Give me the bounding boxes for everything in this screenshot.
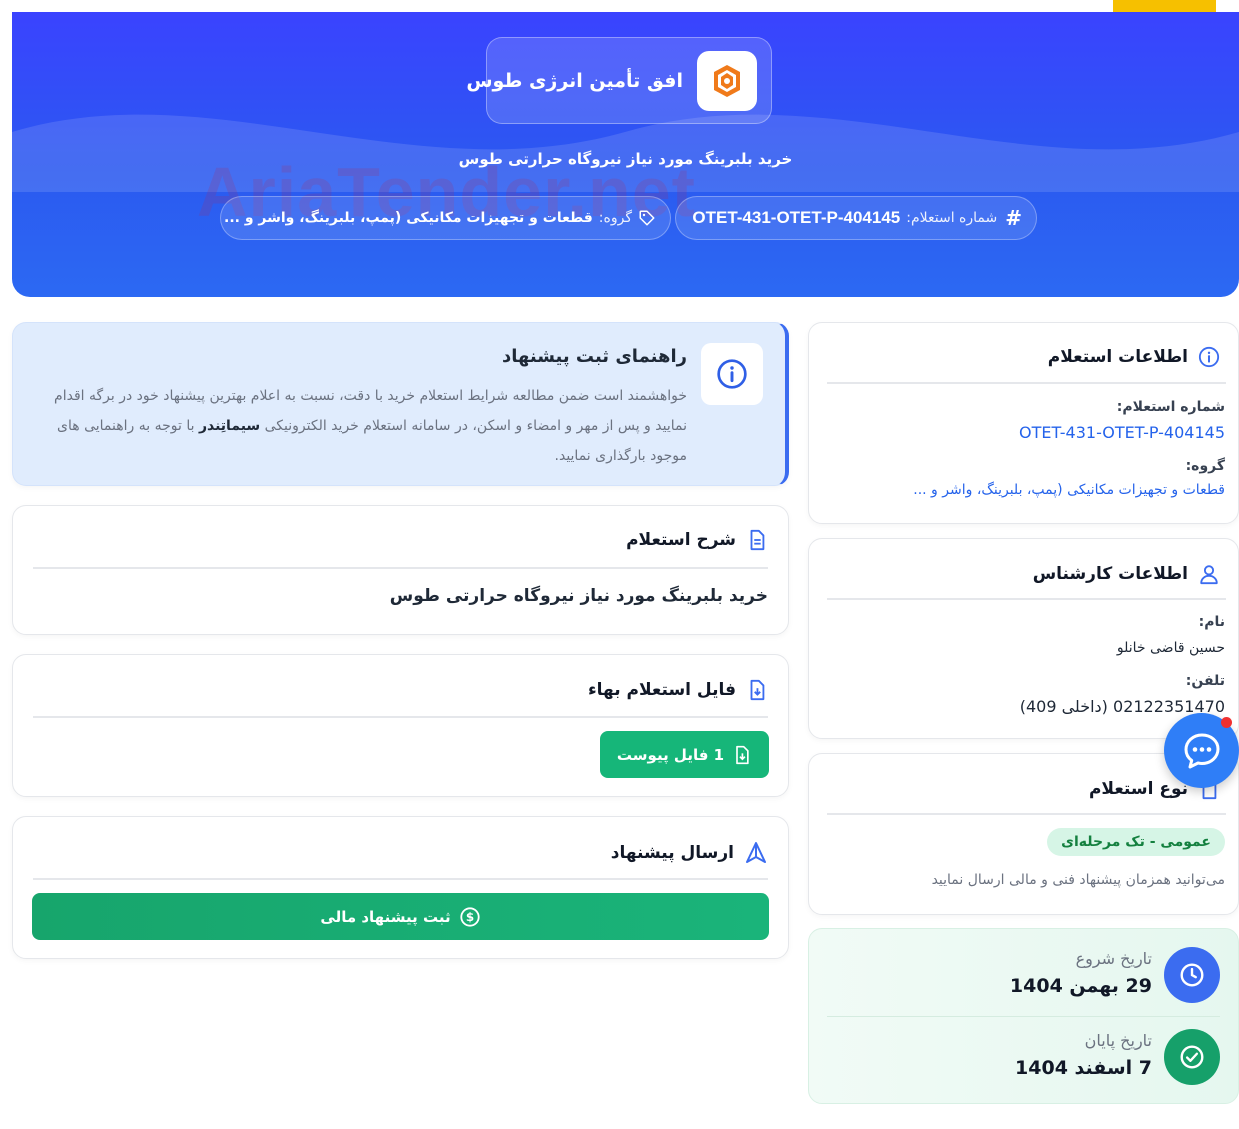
description-card: شرح استعلام خرید بلبرینگ مورد نیاز نیروگ… — [12, 505, 789, 635]
info-icon — [1198, 346, 1220, 368]
guide-text-brand: سیماتِندر — [198, 418, 261, 434]
attachment-button-label: 1 فایل پیوست — [616, 745, 725, 764]
file-header: فایل استعلام بهاء — [588, 678, 768, 702]
chat-notification-dot — [1221, 717, 1232, 728]
clock-icon — [1180, 963, 1204, 987]
expert-name-value: حسین قاضی خانلو — [1116, 640, 1225, 656]
company-name: افق تأمین انرژی طوس — [466, 69, 683, 92]
send-title: ارسال پیشنهاد — [610, 843, 734, 863]
end-date-badge — [1164, 1029, 1220, 1085]
guide-text: خواهشمند است ضمن مطالعه شرایط استعلام خر… — [37, 381, 687, 471]
company-card: افق تأمین انرژی طوس — [466, 37, 772, 124]
end-date-value: 7 اسفند 1404 — [1015, 1057, 1152, 1079]
inquiry-info-header: اطلاعات استعلام — [1048, 346, 1220, 368]
hero-title: خرید بلبرینگ مورد نیاز نیروگاه حرارتی طو… — [458, 150, 793, 168]
expert-divider — [827, 598, 1226, 600]
expert-name-label: نام: — [1198, 614, 1225, 630]
dates-divider — [827, 1016, 1220, 1017]
hash-icon: # — [1005, 206, 1022, 230]
inquiry-info-title: اطلاعات استعلام — [1047, 347, 1188, 367]
description-divider — [33, 567, 768, 569]
group-label: گروه: — [1185, 458, 1225, 474]
top-bar — [0, 0, 1239, 12]
dates-card: تاریخ شروع 29 بهمن 1404 تاریخ پایان 7 اس… — [808, 928, 1239, 1104]
expert-info-card: اطلاعات کارشناس نام: حسین قاضی خانلو تلف… — [808, 538, 1239, 739]
chat-icon — [1184, 733, 1219, 768]
company-logo-icon — [714, 64, 740, 97]
start-date-value: 29 بهمن 1404 — [1009, 975, 1152, 997]
info-icon — [717, 359, 747, 389]
expert-phone-label: تلفن: — [1185, 673, 1225, 689]
description-text: خرید بلبرینگ مورد نیاز نیروگاه حرارتی طو… — [389, 586, 768, 606]
inquiry-type-badge: عمومی - تک مرحله‌ای — [1047, 828, 1225, 856]
end-date-label: تاریخ پایان — [1084, 1031, 1152, 1050]
submit-button-label: ثبت پیشنهاد مالی — [320, 907, 451, 926]
group-pill: گروه: قطعات و تجهیزات مکانیکی (پمپ، بلبر… — [220, 196, 671, 240]
submission-guide: راهنمای ثبت پیشنهاد خواهشمند است ضمن مطا… — [12, 322, 789, 486]
expert-title: اطلاعات کارشناس — [1032, 564, 1188, 584]
group-label: گروه: — [598, 210, 632, 226]
svg-text:$: $ — [465, 910, 473, 924]
inquiry-type-divider — [827, 813, 1226, 815]
send-divider — [33, 878, 768, 880]
user-icon — [1200, 565, 1218, 585]
start-date-badge — [1164, 947, 1220, 1003]
send-header: ارسال پیشنهاد — [611, 841, 768, 865]
file-divider — [33, 716, 768, 718]
inquiry-info-card: اطلاعات استعلام شماره استعلام: OTET-431-… — [808, 322, 1239, 524]
inquiry-number-label: شماره استعلام: — [906, 210, 998, 226]
dollar-icon: $ — [459, 906, 480, 927]
group-value: قطعات و تجهیزات مکانیکی (پمپ، بلبرینگ، و… — [224, 210, 593, 226]
inquiry-number-pill: # شماره استعلام: OTET-431-OTET-P-404145 — [675, 196, 1037, 240]
inquiry-number-link[interactable]: OTET-431-OTET-P-404145 — [1019, 423, 1225, 442]
file-download-icon — [736, 745, 749, 764]
expert-header: اطلاعات کارشناس — [1033, 562, 1220, 586]
tag-icon — [639, 210, 655, 226]
inquiry-type-note: می‌توانید همزمان پیشنهاد فنی و مالی ارسا… — [931, 872, 1225, 888]
document-icon — [750, 529, 765, 551]
top-yellow-tab[interactable] — [1113, 0, 1216, 12]
check-circle-icon — [1180, 1045, 1204, 1069]
description-title: شرح استعلام — [626, 530, 736, 550]
inquiry-number-label: شماره استعلام: — [1116, 399, 1225, 415]
submit-financial-offer-button[interactable]: $ ثبت پیشنهاد مالی — [32, 893, 769, 940]
company-logo — [697, 50, 757, 111]
inquiry-info-divider — [827, 382, 1226, 384]
file-title: فایل استعلام بهاء — [587, 680, 736, 700]
file-download-icon — [750, 679, 765, 701]
description-header: شرح استعلام — [626, 528, 768, 552]
send-icon — [746, 842, 766, 863]
guide-icon-box — [701, 343, 763, 405]
guide-title: راهنمای ثبت پیشنهاد — [501, 346, 687, 367]
attachment-button[interactable]: 1 فایل پیوست — [600, 731, 769, 778]
group-link[interactable]: قطعات و تجهیزات مکانیکی (پمپ، بلبرینگ، و… — [913, 482, 1225, 498]
start-date-label: تاریخ شروع — [1075, 949, 1152, 968]
inquiry-number-value: OTET-431-OTET-P-404145 — [692, 208, 901, 227]
inquiry-type-title: نوع استعلام — [1088, 779, 1188, 799]
hero-banner: AriaTender.net افق تأمین انرژی طوس خرید … — [12, 12, 1239, 297]
